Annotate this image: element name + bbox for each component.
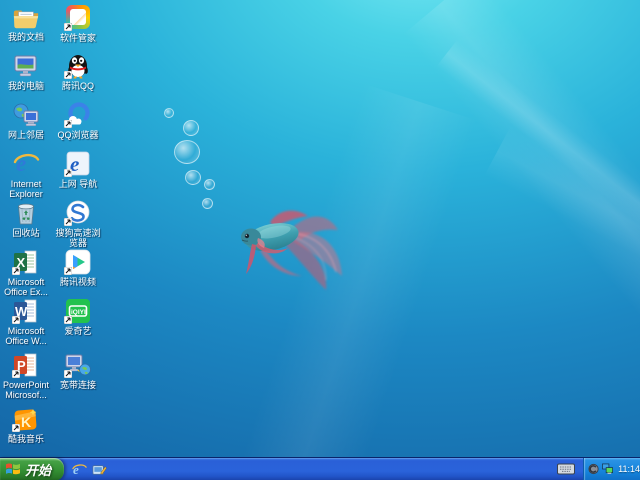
tencent-qq-icon — [64, 53, 92, 79]
shortcut-arrow-icon — [12, 370, 20, 378]
desktop-icon-tencent-video[interactable]: 腾讯视频 — [53, 249, 103, 287]
system-tray: 11:14 — [583, 458, 640, 480]
light-ray — [485, 127, 640, 480]
tray-status-icon[interactable] — [588, 463, 599, 475]
icon-label: 腾讯QQ — [53, 81, 103, 91]
desktop-icon-my-documents[interactable]: 我的文档 — [1, 4, 51, 42]
shortcut-arrow-icon — [64, 71, 72, 79]
word-icon: W — [12, 298, 40, 324]
icon-label: Microsoft Office Ex... — [1, 277, 51, 297]
shortcut-arrow-icon — [64, 23, 72, 31]
desktop-icon-network-places[interactable]: 网上邻居 — [1, 102, 51, 140]
kuwo-music-icon: K — [12, 406, 40, 432]
shortcut-arrow-icon — [64, 370, 72, 378]
network-status-icon[interactable] — [602, 463, 613, 475]
icon-label: 腾讯视频 — [53, 277, 103, 287]
windows-logo-icon — [5, 462, 21, 477]
quick-launch-show-desktop-icon[interactable] — [92, 462, 107, 477]
sogou-browser-icon — [64, 200, 92, 226]
desktop-screen: 我的文档 软件管家 我的电脑 — [0, 0, 640, 480]
quick-launch-bar: e — [72, 462, 107, 477]
desktop-icon-ms-excel[interactable]: X Microsoft Office Ex... — [1, 249, 51, 297]
taskbar: 开始 e — [0, 457, 640, 480]
icon-label: 爱奇艺 — [53, 326, 103, 336]
icon-label: PowerPoint Microsof... — [1, 380, 51, 400]
desktop-icon-broadband-connection[interactable]: 宽带连接 — [53, 352, 103, 390]
icon-label: 酷我音乐 — [1, 434, 51, 444]
desktop-icon-internet-explorer[interactable]: e Internet Explorer — [1, 151, 51, 199]
desktop-icon-tencent-qq[interactable]: 腾讯QQ — [53, 53, 103, 91]
light-ray — [437, 40, 640, 480]
language-bar-keyboard-icon[interactable] — [557, 463, 575, 475]
powerpoint-icon: P — [12, 352, 40, 378]
icon-label: 宽带连接 — [53, 380, 103, 390]
shortcut-arrow-icon — [12, 267, 20, 275]
shortcut-arrow-icon — [64, 120, 72, 128]
qq-browser-icon — [64, 102, 92, 128]
light-ray — [403, 0, 640, 480]
quick-launch-ie-icon[interactable]: e — [72, 462, 87, 477]
start-button[interactable]: 开始 — [0, 458, 64, 480]
shortcut-arrow-icon — [64, 267, 72, 275]
desktop-icon-ms-word[interactable]: W Microsoft Office W... — [1, 298, 51, 346]
icon-label: 上网 导航 — [53, 179, 103, 189]
bubble — [202, 198, 213, 209]
svg-text:e: e — [73, 462, 79, 477]
desktop-icon-iqiyi[interactable]: iQIYI 爱奇艺 — [53, 298, 103, 336]
desktop-icon-recycle-bin[interactable]: 回收站 — [1, 200, 51, 238]
desktop-icon-my-computer[interactable]: 我的电脑 — [1, 53, 51, 91]
desktop-icon-kuwo-music[interactable]: K 酷我音乐 — [1, 406, 51, 444]
svg-text:iQIYI: iQIYI — [71, 309, 86, 316]
bubble — [204, 179, 215, 190]
icon-label: 回收站 — [1, 228, 51, 238]
desktop-icon-software-manager[interactable]: 软件管家 — [53, 4, 103, 43]
tencent-video-icon — [64, 249, 92, 275]
tray-clock[interactable]: 11:14 — [618, 464, 640, 474]
shortcut-arrow-icon — [64, 218, 72, 226]
desktop-icon-ms-powerpoint[interactable]: P PowerPoint Microsof... — [1, 352, 51, 400]
network-places-icon — [12, 102, 40, 128]
icon-label: 我的电脑 — [1, 81, 51, 91]
betta-fish-image — [222, 196, 354, 296]
bubble — [174, 140, 200, 164]
bubble — [183, 120, 199, 136]
desktop-icon-qq-browser[interactable]: QQ浏览器 — [53, 102, 103, 140]
shortcut-arrow-icon — [12, 316, 20, 324]
desktop-icon-web-navigation[interactable]: e 上网 导航 — [53, 151, 103, 189]
excel-icon: X — [12, 249, 40, 275]
icon-label: 我的文档 — [1, 32, 51, 42]
icon-label: 软件管家 — [53, 33, 103, 43]
internet-explorer-icon: e — [12, 151, 40, 177]
desktop-icon-sogou-browser[interactable]: 搜狗高速浏览器 — [53, 200, 103, 248]
icon-label: Internet Explorer — [1, 179, 51, 199]
icon-label: QQ浏览器 — [53, 130, 103, 140]
shortcut-arrow-icon — [64, 316, 72, 324]
broadband-connection-icon — [64, 352, 92, 378]
icon-label: 网上邻居 — [1, 130, 51, 140]
shortcut-arrow-icon — [12, 424, 20, 432]
recycle-bin-icon — [12, 200, 40, 226]
shortcut-arrow-icon — [64, 169, 72, 177]
software-manager-icon — [64, 5, 92, 31]
icon-label: Microsoft Office W... — [1, 326, 51, 346]
my-computer-icon — [12, 53, 40, 79]
web-navigation-icon: e — [64, 151, 92, 177]
my-documents-icon — [12, 4, 40, 30]
bubble — [185, 170, 201, 185]
iqiyi-icon: iQIYI — [64, 298, 92, 324]
start-button-label: 开始 — [25, 460, 51, 479]
icon-label: 搜狗高速浏览器 — [53, 228, 103, 248]
svg-text:K: K — [21, 414, 31, 430]
bubble — [164, 108, 174, 118]
